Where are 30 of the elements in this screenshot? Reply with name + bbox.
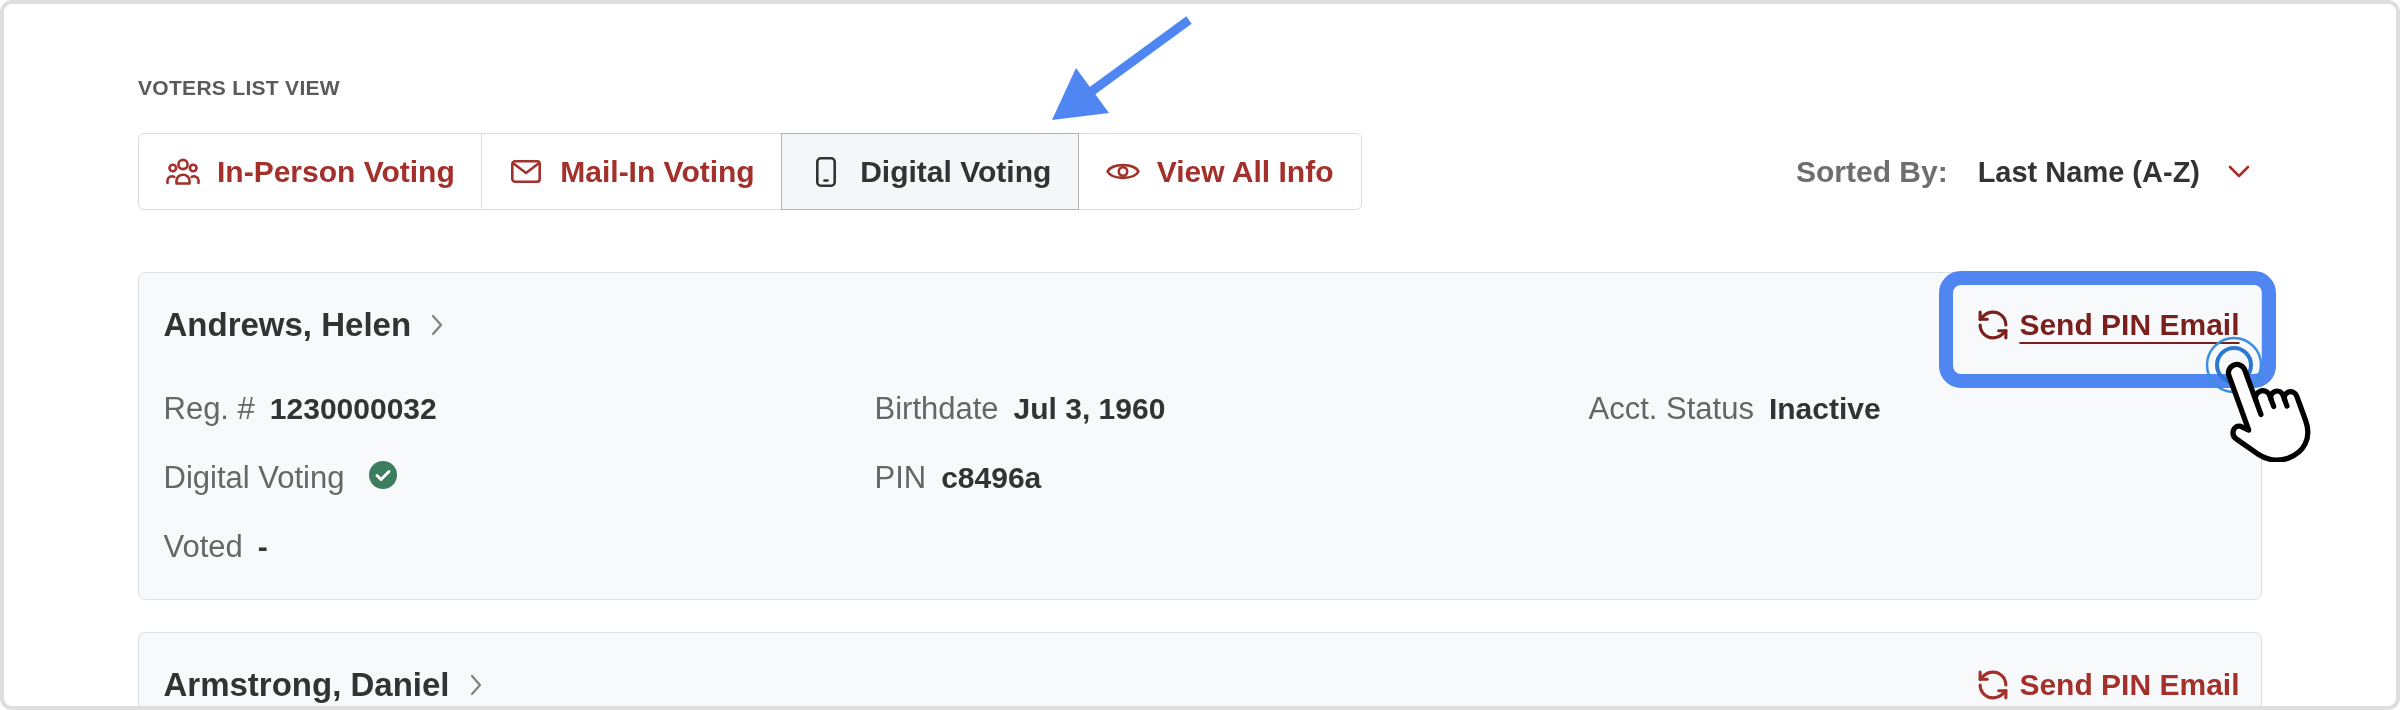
field-value: c8496a [941, 459, 1042, 496]
field-value: - [257, 528, 268, 565]
field-value: Jul 3, 1960 [1013, 390, 1166, 427]
people-icon [166, 158, 200, 185]
field-label: Birthdate [874, 389, 999, 428]
field-label: Reg. # [163, 389, 255, 428]
chevron-down-icon [2228, 165, 2250, 178]
refresh-icon [1978, 310, 2009, 340]
phone-icon [816, 156, 837, 187]
chevron-right-icon [431, 314, 444, 336]
field-value: Inactive [1768, 390, 1881, 427]
field-label: Voted [163, 527, 243, 566]
sort-dropdown[interactable]: Last Name (A-Z) [1977, 151, 2250, 192]
tab[interactable]: In-Person Voting [138, 133, 483, 210]
field-label: PIN [874, 458, 927, 497]
voter-name-link[interactable]: Armstrong, Daniel [163, 664, 482, 705]
sort-label: Sorted By: [1795, 154, 1948, 189]
field-label: Acct. Status [1588, 389, 1754, 428]
envelope-icon [511, 160, 542, 183]
refresh-icon [1978, 669, 2009, 700]
tab[interactable]: View All Info [1077, 133, 1362, 210]
voter-name-link[interactable]: Andrews, Helen [163, 305, 444, 345]
section-title: VOTERS LIST VIEW [138, 75, 340, 101]
field-value: 1230000032 [269, 390, 437, 427]
send-pin-link[interactable]: Send PIN Email [1978, 305, 2240, 345]
tab[interactable]: Mail-In Voting [481, 133, 783, 210]
tab[interactable]: Digital Voting [781, 133, 1080, 210]
chevron-right-icon [469, 673, 482, 696]
field-label: Digital Voting [163, 458, 345, 497]
send-pin-link[interactable]: Send PIN Email [1978, 664, 2240, 705]
